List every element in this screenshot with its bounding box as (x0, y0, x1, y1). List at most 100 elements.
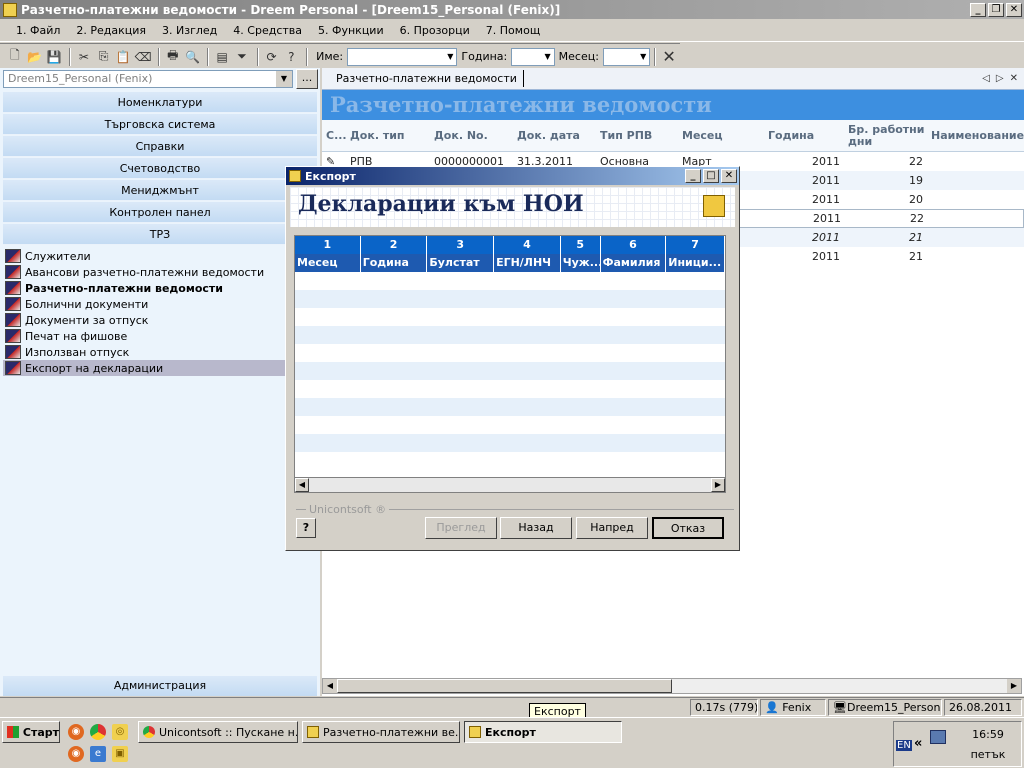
col-initials[interactable]: Иници... (666, 254, 725, 272)
section-administration[interactable]: Администрация (3, 676, 317, 696)
tab-prev-icon[interactable]: ◁ (982, 73, 990, 84)
col-year[interactable]: Година (764, 129, 844, 142)
filter-icon[interactable]: ⏷ (233, 48, 251, 66)
clear-filter-icon[interactable]: ✕ (660, 47, 678, 66)
grid-icon[interactable]: ▤ (213, 48, 231, 66)
payroll-items: Служители Авансови разчетно-платежни вед… (3, 248, 317, 376)
dialog-maximize-button[interactable]: □ (703, 169, 719, 183)
section-control-panel[interactable]: Контролен панел (3, 202, 317, 223)
paste-icon[interactable]: 📋 (115, 48, 133, 66)
year-combo[interactable]: ▼ (511, 47, 555, 66)
col-doc-no[interactable]: Док. No. (430, 129, 513, 142)
section-nomenclatures[interactable]: Номенклатури (3, 92, 317, 113)
menu-edit[interactable]: 2. Редакция (76, 24, 146, 37)
grid-column-numbers: 1 2 3 4 5 6 7 (295, 236, 725, 254)
print-preview-icon[interactable]: 🔍 (184, 48, 202, 66)
horizontal-scrollbar[interactable]: ◀ ▶ (322, 678, 1022, 694)
minimize-button[interactable]: _ (970, 2, 986, 17)
col-year[interactable]: Година (361, 254, 428, 272)
cell-year: 2011 (812, 193, 840, 206)
help-icon[interactable]: ? (282, 48, 300, 66)
scroll-left-icon[interactable]: ◀ (323, 679, 337, 693)
nav-item-sick-docs[interactable]: Болнични документи (3, 296, 317, 312)
col-doc-type[interactable]: Док. тип (346, 129, 430, 142)
nav-item-payrolls[interactable]: Разчетно-платежни ведомости (3, 280, 317, 296)
tab-close-icon[interactable]: ✕ (1010, 73, 1018, 84)
menu-tools[interactable]: 4. Средства (233, 24, 302, 37)
tab-payrolls[interactable]: Разчетно-платежни ведомости (330, 70, 524, 87)
col-month[interactable]: Месец (295, 254, 361, 272)
col-working-days[interactable]: Бр. работни дни (844, 123, 927, 148)
dialog-minimize-button[interactable]: _ (685, 169, 701, 183)
col-surname[interactable]: Фамилия (601, 254, 667, 272)
cut-icon[interactable]: ✂ (75, 48, 93, 66)
nav-item-print-slips[interactable]: Печат на фишове (3, 328, 317, 344)
next-button[interactable]: Напред (576, 517, 648, 539)
dialog-horizontal-scrollbar[interactable]: ◀ ▶ (294, 477, 726, 493)
col-bulstat[interactable]: Булстат (427, 254, 495, 272)
app-shortcut-icon[interactable]: ▣ (112, 746, 128, 762)
section-accounting[interactable]: Счетоводство (3, 158, 317, 179)
scroll-left-icon[interactable]: ◀ (295, 478, 309, 492)
col-month[interactable]: Месец (678, 129, 764, 142)
nav-item-employees[interactable]: Служители (3, 248, 317, 264)
database-combo[interactable]: Dreem15_Personal (Fenix) ▼ (3, 70, 293, 88)
start-button[interactable]: Старт (2, 721, 60, 743)
clock-time[interactable]: 16:59 (960, 728, 1016, 741)
firefox-icon[interactable]: ◉ (68, 746, 84, 762)
app-shortcut-icon[interactable]: ◎ (112, 724, 128, 740)
tab-next-icon[interactable]: ▷ (996, 73, 1004, 84)
section-payroll[interactable]: ТРЗ (3, 224, 317, 245)
name-combo[interactable]: ▼ (347, 47, 458, 66)
section-management[interactable]: Мениджмънт (3, 180, 317, 201)
back-button[interactable]: Назад (500, 517, 572, 539)
nav-item-export-declarations[interactable]: Експорт на декларации (3, 360, 317, 376)
scroll-thumb[interactable] (337, 679, 672, 693)
nav-item-advance-payrolls[interactable]: Авансови разчетно-платежни ведомости (3, 264, 317, 280)
col-egn[interactable]: ЕГН/ЛНЧ (494, 254, 561, 272)
copy-icon[interactable]: ⎘ (95, 48, 113, 66)
col-status[interactable]: С... (322, 129, 347, 142)
ie-icon[interactable]: e (90, 746, 106, 762)
cancel-button[interactable]: Отказ (652, 517, 724, 539)
close-button[interactable]: ✕ (1006, 2, 1022, 17)
menu-help[interactable]: 7. Помощ (486, 24, 540, 37)
language-indicator[interactable]: EN (896, 740, 912, 751)
section-reports[interactable]: Справки (3, 136, 317, 157)
col-doc-date[interactable]: Док. дата (513, 129, 596, 142)
col-number: 6 (601, 236, 667, 254)
menu-file[interactable]: 1. Файл (16, 24, 60, 37)
network-icon[interactable] (930, 730, 946, 744)
chevron-down-icon[interactable]: ▼ (276, 71, 292, 87)
dialog-close-button[interactable]: ✕ (721, 169, 737, 183)
col-name[interactable]: Наименование (927, 129, 1024, 142)
scroll-right-icon[interactable]: ▶ (711, 478, 725, 492)
show-hidden-icons-icon[interactable]: « (914, 736, 922, 751)
open-folder-icon[interactable]: 📂 (26, 48, 44, 66)
restore-button[interactable]: ❐ (988, 2, 1004, 17)
nav-item-label: Авансови разчетно-платежни ведомости (25, 265, 265, 279)
task-export[interactable]: Експорт (464, 721, 622, 743)
task-payrolls[interactable]: Разчетно-платежни ве... (302, 721, 460, 743)
col-foreigner[interactable]: Чуж... (561, 254, 601, 272)
scroll-right-icon[interactable]: ▶ (1007, 679, 1021, 693)
col-rpv-type[interactable]: Тип РПВ (596, 129, 678, 142)
print-icon[interactable]: 🖶 (164, 48, 182, 66)
nav-item-leave-docs[interactable]: Документи за отпуск (3, 312, 317, 328)
refresh-icon[interactable]: ⟳ (263, 48, 281, 66)
menu-functions[interactable]: 5. Функции (318, 24, 384, 37)
preview-button[interactable]: Преглед (425, 517, 497, 539)
month-combo[interactable]: ▼ (602, 47, 651, 66)
save-icon[interactable]: 💾 (45, 48, 63, 66)
task-chrome[interactable]: Unicontsoft :: Пускане н... (138, 721, 298, 743)
eraser-icon[interactable]: ⌫ (134, 48, 152, 66)
menu-view[interactable]: 3. Изглед (162, 24, 217, 37)
firefox-icon[interactable]: ◉ (68, 724, 84, 740)
new-document-icon[interactable]: 🗋 (6, 48, 24, 66)
section-trade-system[interactable]: Търговска система (3, 114, 317, 135)
menu-windows[interactable]: 6. Прозорци (400, 24, 470, 37)
browse-button[interactable]: ... (296, 69, 318, 89)
nav-item-used-leave[interactable]: Използван отпуск (3, 344, 317, 360)
dialog-help-button[interactable]: ? (296, 518, 316, 538)
chrome-icon[interactable] (90, 724, 106, 740)
